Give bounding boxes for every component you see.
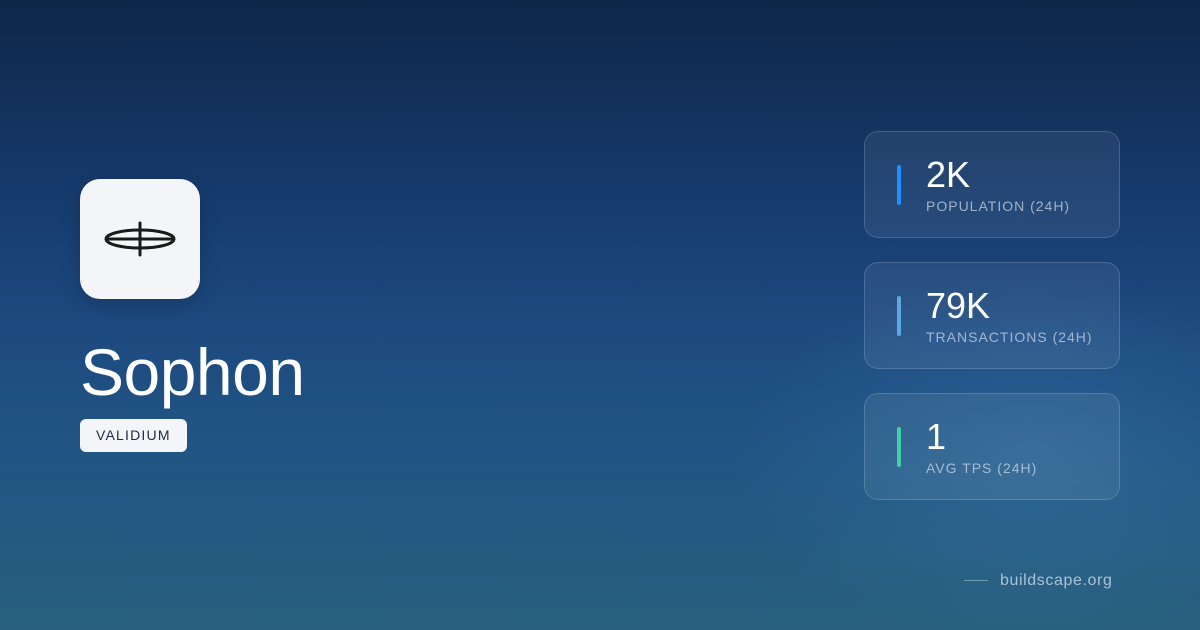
stat-card-population: 2K POPULATION (24H): [864, 131, 1120, 238]
sophon-logo-icon: [104, 221, 176, 257]
stat-value: 2K: [926, 154, 971, 195]
project-logo: [80, 179, 200, 299]
stat-card-avg-tps: 1 AVG TPS (24H): [864, 393, 1120, 500]
footer-divider: [964, 580, 988, 581]
stat-accent-bar: [897, 296, 901, 336]
stat-label: TRANSACTIONS (24H): [926, 329, 1093, 345]
footer-site-link[interactable]: buildscape.org: [1000, 571, 1112, 591]
stat-accent-bar: [897, 165, 901, 205]
category-badge: VALIDIUM: [80, 419, 187, 452]
project-name: Sophon: [80, 335, 305, 409]
stat-label: POPULATION (24H): [926, 198, 1071, 214]
stat-accent-bar: [897, 427, 901, 467]
stat-label: AVG TPS (24H): [926, 460, 1038, 476]
stat-card-transactions: 79K TRANSACTIONS (24H): [864, 262, 1120, 369]
stat-value: 79K: [926, 285, 991, 326]
stat-value: 1: [926, 416, 947, 457]
